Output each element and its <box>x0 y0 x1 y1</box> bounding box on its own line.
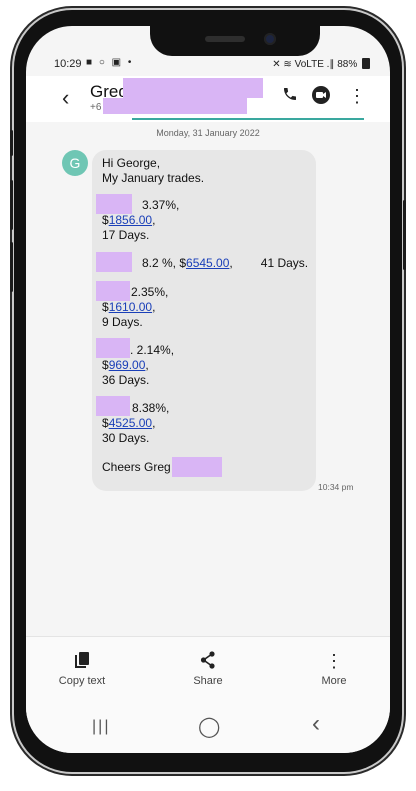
trade-2-line: 8.2 %, $6545.00, 41 Days. <box>142 256 309 270</box>
more-vertical-icon[interactable]: ⋮ <box>348 86 366 107</box>
status-time: 10:29 <box>54 58 82 70</box>
more-vertical-icon: ⋮ <box>325 651 343 671</box>
video-icon[interactable] <box>312 86 332 109</box>
copy-text-label: Copy text <box>58 675 106 687</box>
share-icon <box>168 651 248 671</box>
trade-1-percent: 3.37%, <box>142 198 180 212</box>
trade-4-amount-link[interactable]: 969.00 <box>109 358 146 372</box>
message-action-bar: Copy text Share ⋮ More <box>26 636 390 707</box>
trade-5-amount: $4525.00, <box>102 416 156 430</box>
volume-down-button <box>10 242 13 292</box>
contact-avatar[interactable]: G <box>62 150 88 176</box>
signal-icons: ✕ ≋ VoLTE .∥ <box>272 59 335 70</box>
message-timestamp: 10:34 pm <box>318 482 354 492</box>
signoff-line: Cheers Greg <box>102 460 171 474</box>
power-button <box>403 200 406 270</box>
share-label: Share <box>193 675 223 687</box>
trade-4-amount: $969.00, <box>102 358 149 372</box>
system-navigation-bar: ||| ◯ ‹ <box>26 706 390 753</box>
trade-3-percent: 2.35%, <box>131 285 169 299</box>
trade-2-amount-link[interactable]: 6545.00 <box>186 256 229 270</box>
greeting-line: Hi George, <box>102 156 161 170</box>
side-button-top <box>10 130 13 156</box>
copy-icon <box>42 651 122 671</box>
redaction-trade-2 <box>96 252 132 272</box>
header-accent-line <box>132 118 364 120</box>
intro-line: My January trades. <box>102 171 205 185</box>
redaction-signature <box>172 457 222 477</box>
chat-area[interactable]: Monday, 31 January 2022 G Hi George, My … <box>26 122 390 662</box>
back-icon[interactable]: ‹ <box>312 710 320 738</box>
message-bubble[interactable]: Hi George, My January trades. 3.37%, $18… <box>92 150 316 491</box>
volume-up-button <box>10 180 13 230</box>
redaction-trade-5 <box>96 396 130 416</box>
redaction-name <box>123 78 263 98</box>
battery-percent: 88% <box>337 59 358 70</box>
redaction-number <box>103 98 247 114</box>
status-bar: 10:29 ■ ○ ▣ • ✕ ≋ VoLTE .∥ 88% <box>26 54 390 76</box>
home-icon[interactable]: ◯ <box>198 714 220 739</box>
copy-text-button[interactable]: Copy text <box>42 651 122 687</box>
trade-4-days: 36 Days. <box>102 373 150 387</box>
back-arrow-icon[interactable]: ‹ <box>62 85 69 111</box>
redaction-trade-3 <box>96 281 130 301</box>
trade-5-percent: 8.38%, <box>132 401 170 415</box>
trade-4-percent: . 2.14%, <box>130 343 175 357</box>
phone-icon[interactable] <box>282 86 298 107</box>
battery-icon <box>362 58 370 69</box>
recents-icon[interactable]: ||| <box>92 718 110 736</box>
screen: 10:29 ■ ○ ▣ • ✕ ≋ VoLTE .∥ 88% ‹ Greg +6… <box>26 26 390 753</box>
date-separator: Monday, 31 January 2022 <box>156 128 260 138</box>
trade-5-days: 30 Days. <box>102 431 150 445</box>
notification-icons: ■ ○ ▣ • <box>86 57 134 68</box>
trade-3-days: 9 Days. <box>102 315 143 329</box>
trade-1-days: 17 Days. <box>102 228 150 242</box>
more-label: More <box>321 675 347 687</box>
trade-3-amount: $1610.00, <box>102 300 156 314</box>
trade-1-amount: $1856.00, <box>102 213 156 227</box>
redaction-trade-1 <box>96 194 132 214</box>
trade-5-amount-link[interactable]: 4525.00 <box>109 416 152 430</box>
conversation-header: ‹ Greg +6 ⋮ <box>26 76 390 122</box>
front-camera <box>264 33 276 45</box>
trade-1-amount-link[interactable]: 1856.00 <box>109 213 152 227</box>
redaction-trade-4 <box>96 338 130 358</box>
speaker <box>205 36 245 42</box>
contact-number: +6 <box>90 102 102 113</box>
more-button[interactable]: ⋮ More <box>294 651 374 687</box>
share-button[interactable]: Share <box>168 651 248 687</box>
status-right-icons: ✕ ≋ VoLTE .∥ 88% <box>272 58 370 70</box>
notch <box>150 26 320 56</box>
trade-3-amount-link[interactable]: 1610.00 <box>109 300 152 314</box>
